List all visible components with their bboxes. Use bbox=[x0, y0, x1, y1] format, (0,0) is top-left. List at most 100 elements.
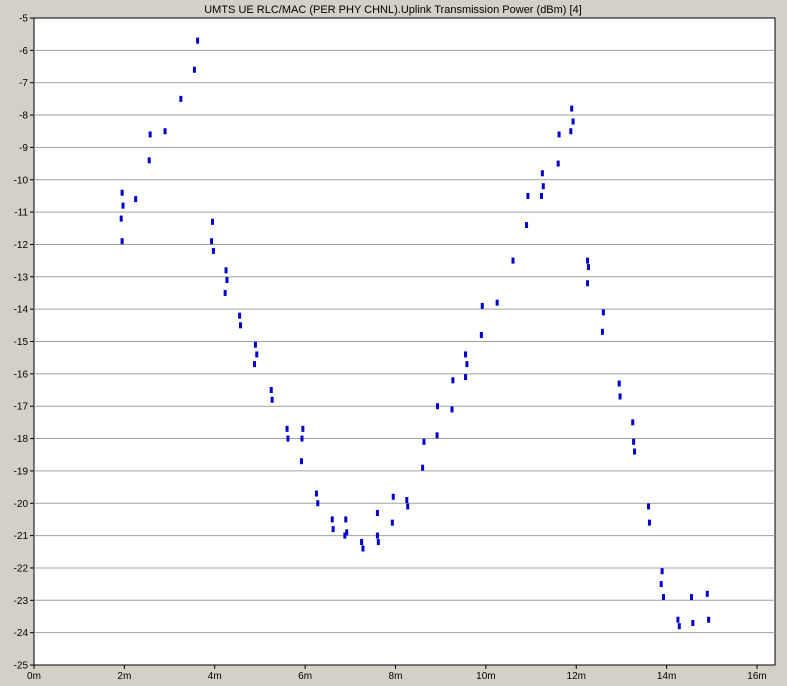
y-tick-label: -11 bbox=[14, 208, 28, 219]
x-tick-label: 8m bbox=[389, 671, 403, 682]
y-tick-label: -13 bbox=[14, 272, 29, 283]
data-point bbox=[660, 568, 664, 575]
y-tick-label: -18 bbox=[14, 434, 29, 445]
data-point bbox=[495, 299, 499, 306]
data-point bbox=[344, 516, 348, 523]
data-point bbox=[120, 238, 124, 245]
data-point bbox=[360, 539, 364, 546]
data-point bbox=[586, 264, 590, 271]
data-point bbox=[300, 435, 304, 442]
data-point bbox=[480, 302, 484, 309]
data-point bbox=[376, 539, 380, 546]
data-point bbox=[600, 328, 604, 335]
data-point bbox=[253, 361, 257, 368]
data-point bbox=[539, 192, 543, 199]
data-point bbox=[676, 616, 680, 623]
data-point bbox=[300, 458, 304, 465]
y-tick-label: -23 bbox=[14, 596, 29, 607]
y-tick-label: -10 bbox=[14, 175, 29, 186]
data-point bbox=[285, 425, 289, 432]
data-point bbox=[632, 438, 636, 445]
data-point bbox=[525, 222, 529, 229]
x-tick-label: 6m bbox=[298, 671, 312, 682]
y-tick-label: -16 bbox=[14, 369, 29, 380]
data-point bbox=[406, 503, 410, 510]
data-point bbox=[601, 309, 605, 316]
chart-svg: UMTS UE RLC/MAC (PER PHY CHNL).Uplink Tr… bbox=[14, 4, 776, 682]
data-point bbox=[435, 432, 439, 439]
data-point bbox=[147, 157, 151, 164]
data-point bbox=[238, 312, 242, 319]
data-point bbox=[450, 406, 454, 413]
data-point bbox=[570, 105, 574, 112]
data-point bbox=[659, 581, 663, 588]
y-tick-label: -7 bbox=[19, 78, 28, 89]
data-point bbox=[253, 341, 257, 348]
y-tick-label: -19 bbox=[14, 466, 29, 477]
data-point bbox=[689, 594, 693, 601]
data-point bbox=[316, 500, 320, 507]
data-point bbox=[540, 170, 544, 177]
data-point bbox=[286, 435, 290, 442]
data-point bbox=[375, 532, 379, 539]
data-point bbox=[196, 37, 200, 44]
data-point bbox=[586, 280, 590, 287]
data-point bbox=[179, 95, 183, 102]
data-point bbox=[224, 267, 228, 274]
data-point bbox=[677, 623, 681, 630]
data-point bbox=[192, 66, 196, 73]
data-point bbox=[631, 419, 635, 426]
y-tick-label: -15 bbox=[14, 337, 29, 348]
x-tick-label: 10m bbox=[476, 671, 495, 682]
data-point bbox=[390, 519, 394, 526]
data-point bbox=[210, 218, 214, 225]
data-point bbox=[134, 196, 138, 203]
data-point bbox=[464, 374, 468, 381]
data-point bbox=[314, 490, 318, 497]
data-point bbox=[331, 526, 335, 533]
data-point bbox=[210, 238, 214, 245]
data-point bbox=[119, 215, 123, 222]
data-point bbox=[465, 361, 469, 368]
x-tick-label: 12m bbox=[567, 671, 586, 682]
data-point bbox=[707, 616, 711, 623]
data-point bbox=[375, 509, 379, 516]
data-point bbox=[464, 351, 468, 358]
x-tick-label: 2m bbox=[117, 671, 131, 682]
data-point bbox=[617, 380, 621, 387]
data-point bbox=[691, 619, 695, 626]
y-tick-label: -20 bbox=[14, 499, 29, 510]
data-point bbox=[422, 438, 426, 445]
data-point bbox=[223, 289, 227, 296]
x-tick-label: 16m bbox=[747, 671, 766, 682]
data-point bbox=[586, 257, 590, 264]
x-tick-label: 4m bbox=[208, 671, 222, 682]
data-point bbox=[479, 332, 483, 339]
data-point bbox=[647, 519, 651, 526]
data-point bbox=[526, 192, 530, 199]
data-point bbox=[239, 322, 243, 329]
data-point bbox=[647, 503, 651, 510]
data-point bbox=[330, 516, 334, 523]
y-tick-label: -25 bbox=[14, 661, 29, 672]
data-point bbox=[270, 396, 274, 403]
data-point bbox=[343, 532, 347, 539]
data-point bbox=[557, 131, 561, 138]
chart-title: UMTS UE RLC/MAC (PER PHY CHNL).Uplink Tr… bbox=[204, 4, 582, 16]
data-point bbox=[301, 425, 305, 432]
y-tick-label: -12 bbox=[14, 240, 29, 251]
y-tick-label: -24 bbox=[14, 628, 29, 639]
data-point bbox=[618, 393, 622, 400]
x-tick-label: 14m bbox=[657, 671, 676, 682]
data-point bbox=[511, 257, 515, 264]
data-point bbox=[361, 545, 365, 552]
data-point bbox=[211, 247, 215, 254]
y-tick-label: -9 bbox=[19, 143, 28, 154]
y-tick-label: -5 bbox=[19, 14, 28, 25]
y-tick-label: -21 bbox=[14, 531, 29, 542]
data-point bbox=[421, 464, 425, 471]
y-tick-label: -14 bbox=[14, 305, 29, 316]
data-point bbox=[569, 128, 573, 135]
data-point bbox=[121, 202, 125, 209]
data-point bbox=[391, 493, 395, 500]
